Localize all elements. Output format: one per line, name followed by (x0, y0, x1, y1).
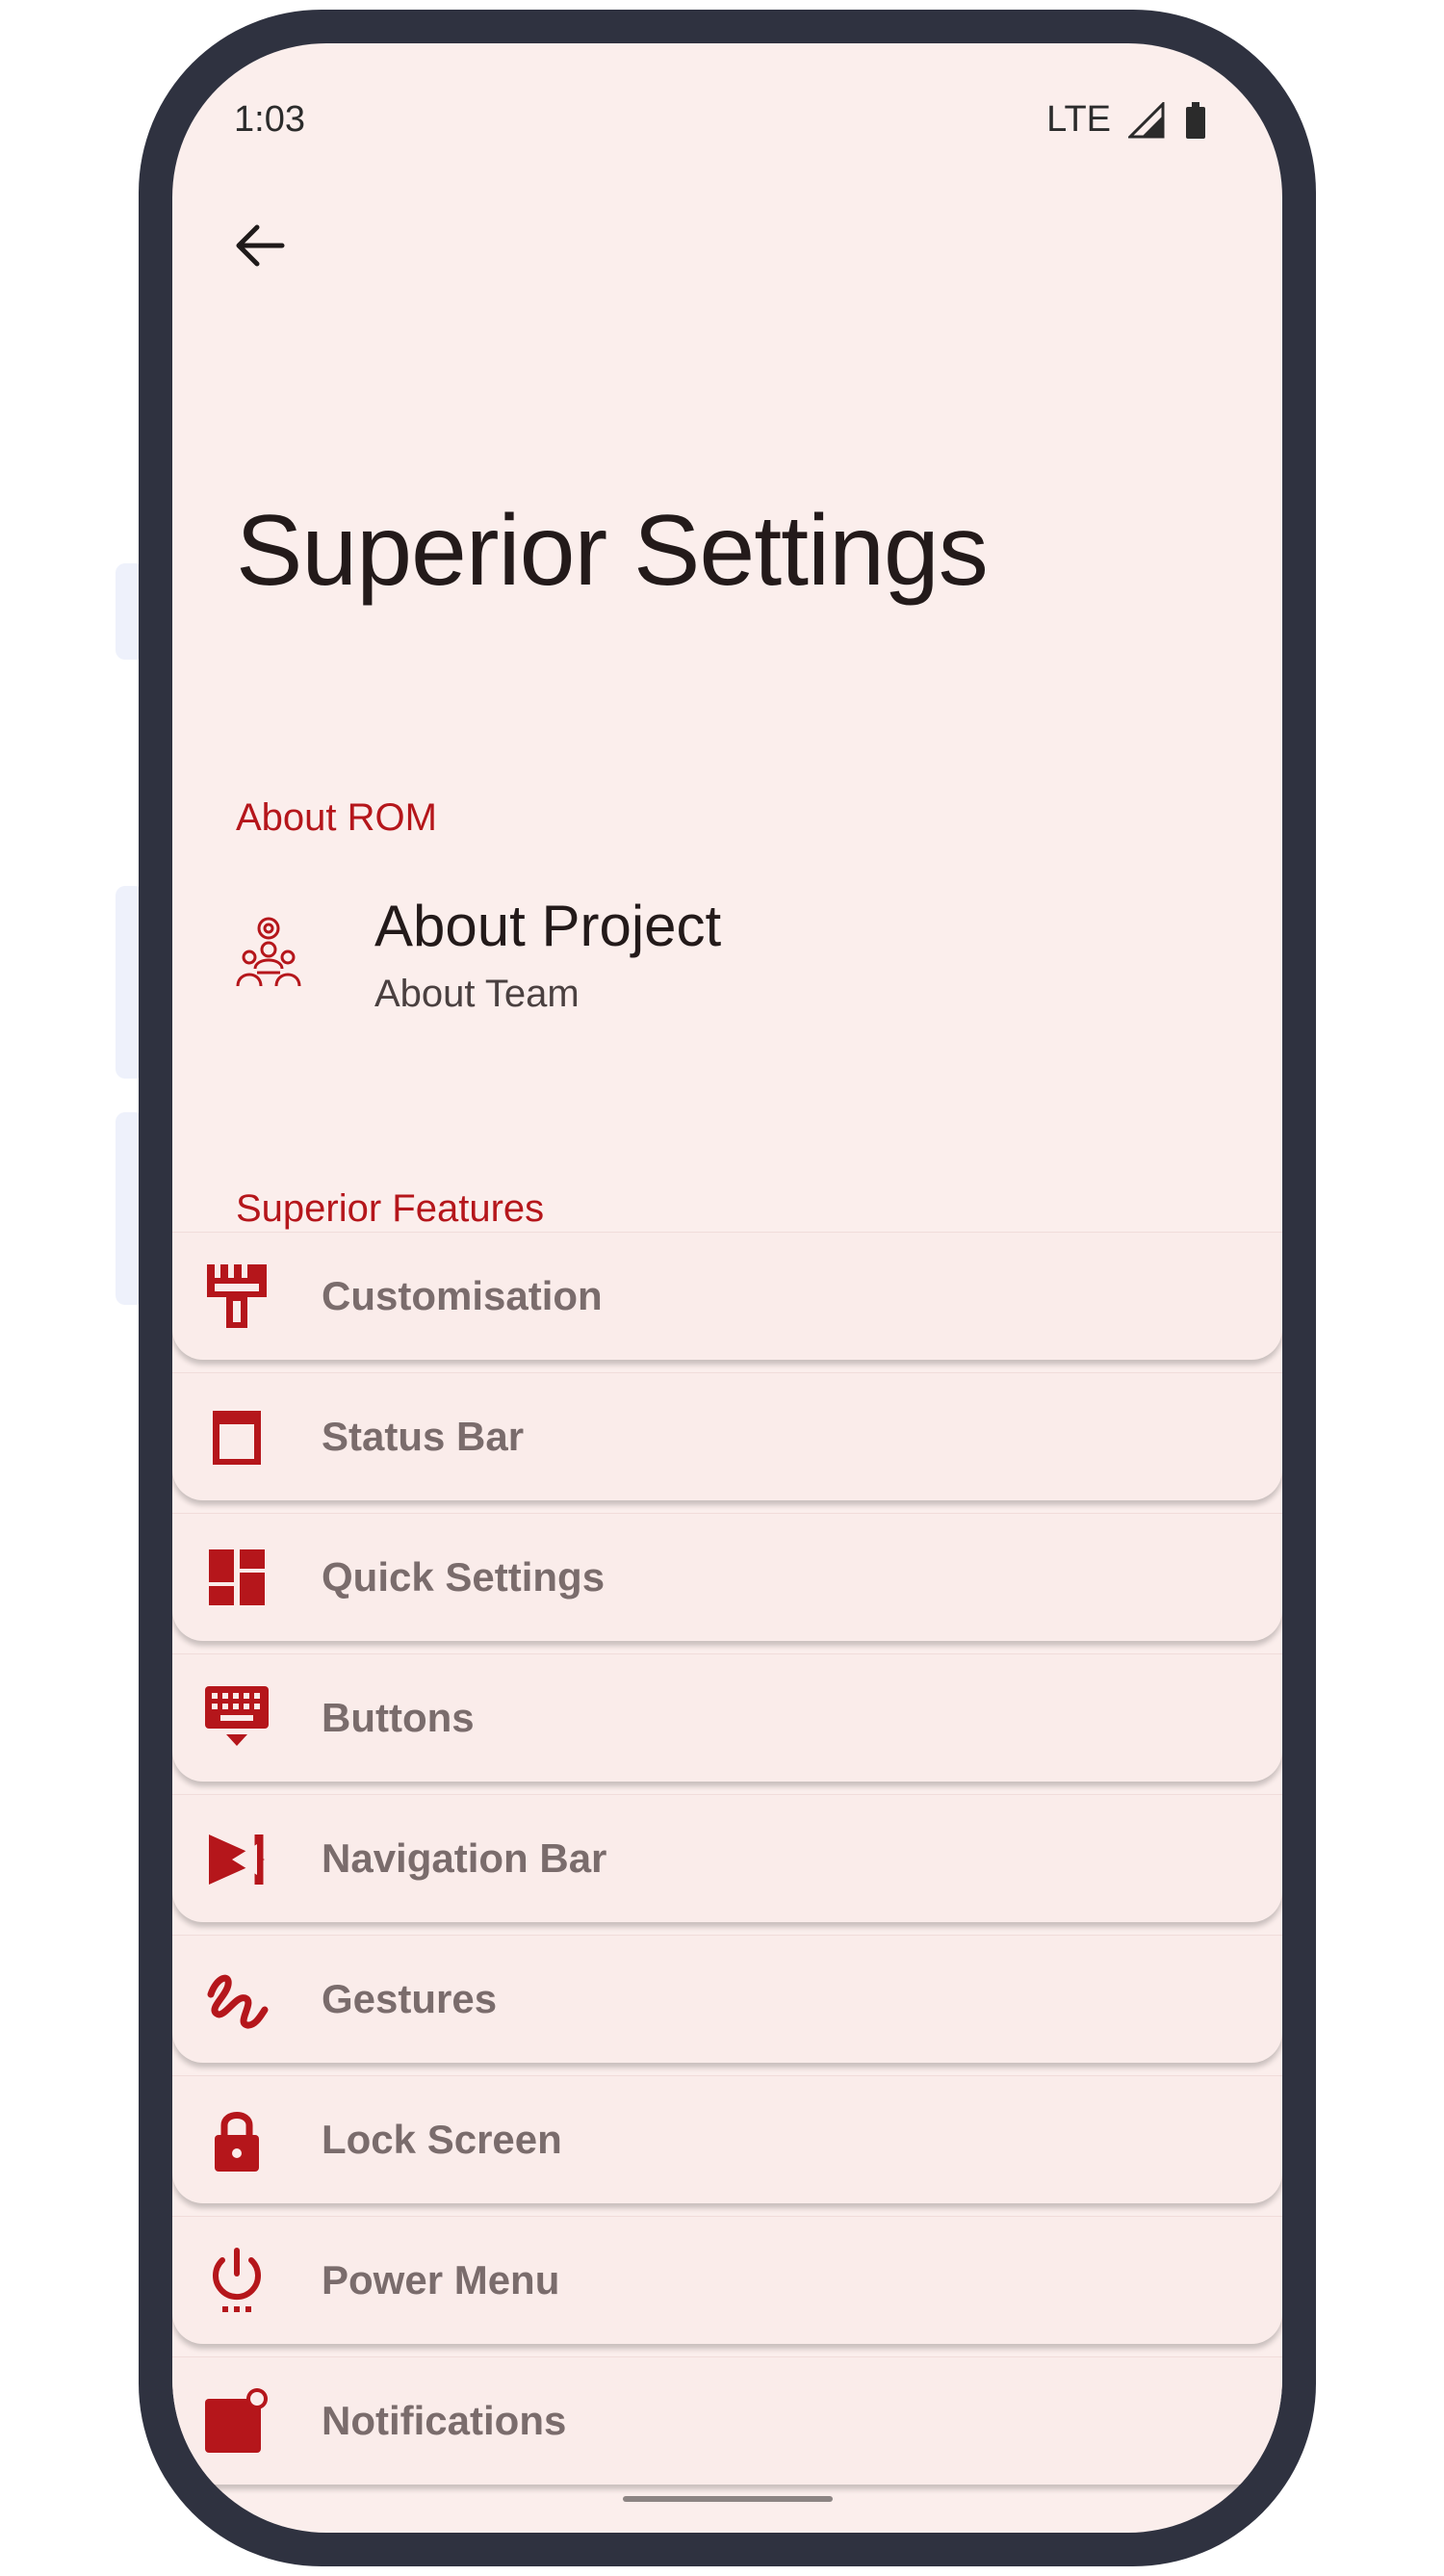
phone-frame: 1:03 LTE Superior Settings About ROM Abo… (139, 10, 1316, 2566)
status-time: 1:03 (234, 99, 305, 140)
keyboard-icon (205, 1686, 269, 1746)
power-icon (213, 2248, 261, 2312)
section-header-superior-features: Superior Features (236, 1187, 545, 1230)
gesture-icon (207, 1974, 269, 2029)
feature-label: Lock Screen (322, 2117, 562, 2162)
about-project-subtitle: About Team (374, 973, 580, 1015)
feature-item-gestures[interactable]: Gestures (172, 1935, 1282, 2063)
feature-item-power-menu[interactable]: Power Menu (172, 2216, 1282, 2344)
feature-label: Quick Settings (322, 1554, 606, 1600)
feature-label: Notifications (322, 2398, 567, 2443)
feature-item-notifications[interactable]: Notifications (172, 2356, 1282, 2485)
feature-item-quick-settings[interactable]: Quick Settings (172, 1513, 1282, 1641)
navigation-icon (209, 1834, 265, 1885)
feature-item-buttons[interactable]: Buttons (172, 1653, 1282, 1782)
paint-brush-icon (207, 1264, 267, 1328)
arrow-back-icon (236, 224, 285, 267)
back-button[interactable] (211, 197, 307, 294)
about-project-title: About Project (374, 894, 722, 958)
status-bar-icon (213, 1411, 261, 1465)
home-indicator[interactable] (623, 2496, 833, 2502)
feature-label: Customisation (322, 1273, 603, 1318)
battery-icon (1186, 101, 1205, 139)
signal-icon (1128, 101, 1165, 138)
feature-item-status-bar[interactable]: Status Bar (172, 1372, 1282, 1500)
feature-label: Status Bar (322, 1414, 525, 1459)
feature-item-customisation[interactable]: Customisation (172, 1232, 1282, 1360)
network-type: LTE (1046, 99, 1111, 140)
feature-item-navigation-bar[interactable]: Navigation Bar (172, 1794, 1282, 1922)
page-title: Superior Settings (236, 495, 989, 607)
section-header-about-rom: About ROM (236, 796, 437, 839)
feature-label: Power Menu (322, 2257, 560, 2303)
dashboard-icon (209, 1549, 265, 1605)
team-icon (236, 917, 301, 987)
feature-label: Gestures (322, 1976, 498, 2021)
feature-label: Buttons (322, 1695, 475, 1740)
notification-icon (205, 2388, 268, 2453)
feature-label: Navigation Bar (322, 1835, 607, 1881)
lock-icon (215, 2112, 259, 2172)
screen: 1:03 LTE Superior Settings About ROM Abo… (172, 43, 1282, 2533)
status-icons: LTE (1046, 99, 1207, 141)
feature-item-lock-screen[interactable]: Lock Screen (172, 2075, 1282, 2203)
